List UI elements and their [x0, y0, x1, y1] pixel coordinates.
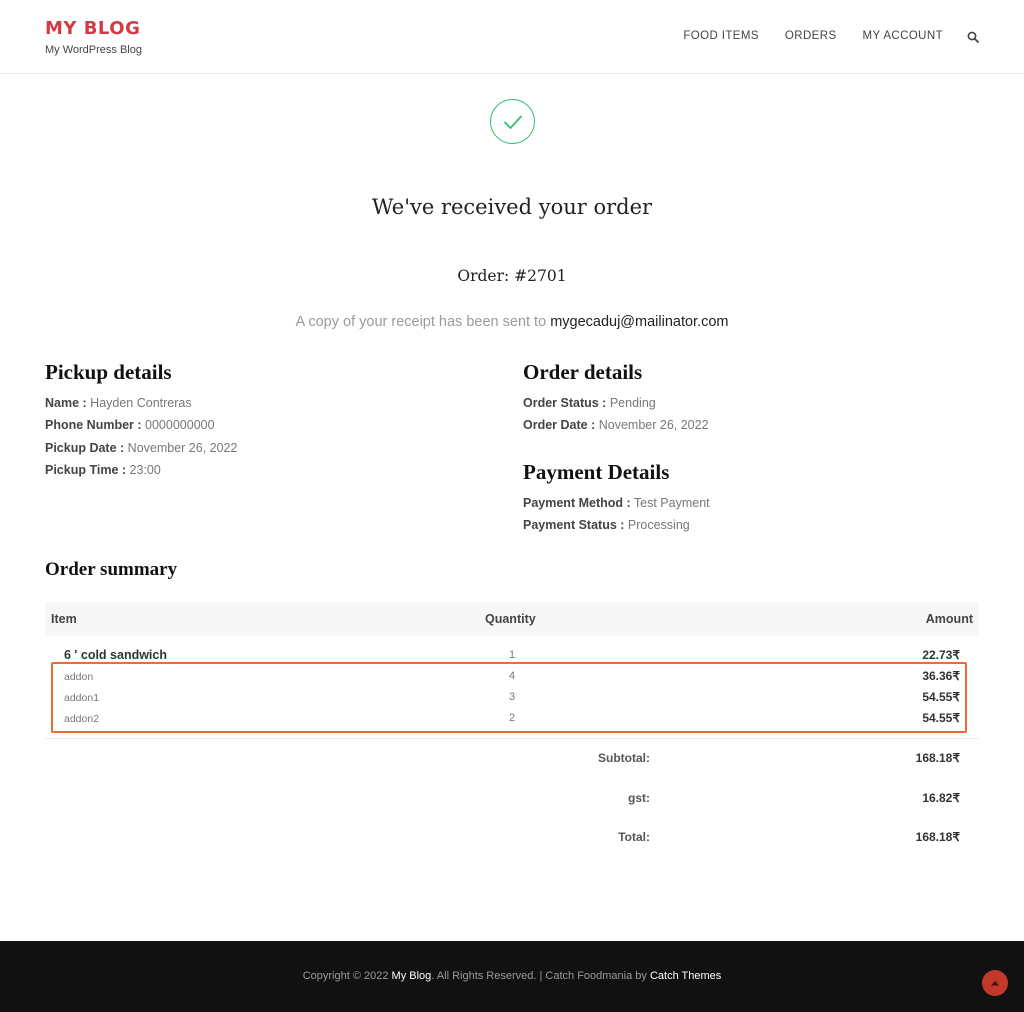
receipt-email: mygecaduj@mailinator.com: [550, 314, 729, 330]
payment-method: Payment Method : Test Payment: [523, 496, 710, 510]
footer-site-link[interactable]: My Blog: [392, 970, 432, 982]
receipt-prefix: A copy of your receipt has been sent to: [295, 314, 547, 330]
table-divider: [45, 738, 979, 739]
main-nav: FOOD ITEMS ORDERS MY ACCOUNT: [657, 30, 979, 43]
subtotal-label: Subtotal:: [598, 751, 650, 765]
pickup-details-heading: Pickup details: [45, 360, 172, 384]
pickup-date-value: November 26, 2022: [127, 441, 238, 455]
pickup-time-value: 23:00: [129, 463, 161, 477]
pickup-phone-value: 0000000000: [145, 418, 215, 432]
order-status-label: Order Status :: [523, 396, 607, 410]
order-date-value: November 26, 2022: [598, 418, 709, 432]
order-status: Order Status : Pending: [523, 396, 656, 410]
gst-label: gst:: [628, 791, 650, 805]
footer-copyright: Copyright © 2022 My Blog. All Rights Res…: [0, 970, 1024, 982]
scroll-to-top-button[interactable]: [982, 970, 1008, 996]
checkmark-icon: [503, 115, 522, 129]
site-footer: Copyright © 2022 My Blog. All Rights Res…: [0, 941, 1024, 1012]
total-value: 168.18₹: [915, 830, 960, 844]
order-number: Order: #2701: [457, 267, 567, 285]
column-header-item: Item: [51, 612, 77, 626]
payment-details-heading: Payment Details: [523, 460, 670, 484]
order-status-value: Pending: [609, 396, 656, 410]
site-title[interactable]: MY BLOG: [45, 18, 140, 39]
site-tagline: My WordPress Blog: [45, 44, 142, 56]
summary-table-header: Item Quantity Amount: [45, 602, 979, 636]
column-header-amount: Amount: [925, 612, 973, 626]
nav-item-my-account[interactable]: MY ACCOUNT: [863, 30, 943, 42]
site-header: MY BLOG My WordPress Blog FOOD ITEMS ORD…: [0, 0, 1024, 74]
item-name: 6 ' cold sandwich: [64, 648, 167, 662]
addon-highlight-box: [51, 662, 967, 733]
payment-method-label: Payment Method :: [523, 496, 631, 510]
order-details-heading: Order details: [523, 360, 643, 384]
nav-item-orders[interactable]: ORDERS: [785, 30, 837, 42]
payment-status: Payment Status : Processing: [523, 518, 690, 532]
footer-rights-text: . All Rights Reserved. | Catch Foodmania…: [431, 970, 647, 982]
order-date-label: Order Date :: [523, 418, 596, 432]
payment-status-label: Payment Status :: [523, 518, 625, 532]
pickup-date: Pickup Date : November 26, 2022: [45, 441, 237, 455]
total-label: Total:: [618, 830, 650, 844]
gst-value: 16.82₹: [922, 791, 960, 805]
pickup-name-label: Name :: [45, 396, 87, 410]
item-quantity: 1: [508, 649, 516, 661]
chevron-up-icon: [991, 981, 999, 986]
pickup-time: Pickup Time : 23:00: [45, 463, 161, 477]
order-success-badge: [490, 99, 535, 144]
column-header-quantity: Quantity: [485, 612, 536, 626]
search-icon[interactable]: [967, 31, 979, 43]
subtotal-value: 168.18₹: [915, 751, 960, 765]
nav-item-food-items[interactable]: FOOD ITEMS: [683, 30, 759, 42]
item-amount: 22.73₹: [922, 648, 960, 662]
order-date: Order Date : November 26, 2022: [523, 418, 709, 432]
pickup-time-label: Pickup Time :: [45, 463, 127, 477]
receipt-notice: A copy of your receipt has been sent to …: [0, 314, 1024, 330]
pickup-name: Name : Hayden Contreras: [45, 396, 192, 410]
confirmation-heading: We've received your order: [371, 195, 653, 219]
pickup-name-value: Hayden Contreras: [90, 396, 192, 410]
footer-theme-link[interactable]: Catch Themes: [650, 970, 721, 982]
pickup-phone-label: Phone Number :: [45, 418, 142, 432]
pickup-date-label: Pickup Date :: [45, 441, 125, 455]
payment-method-value: Test Payment: [633, 496, 710, 510]
payment-status-value: Processing: [627, 518, 690, 532]
order-summary-heading: Order summary: [45, 559, 178, 580]
pickup-phone: Phone Number : 0000000000: [45, 418, 215, 432]
copyright-text: Copyright © 2022: [302, 970, 389, 982]
